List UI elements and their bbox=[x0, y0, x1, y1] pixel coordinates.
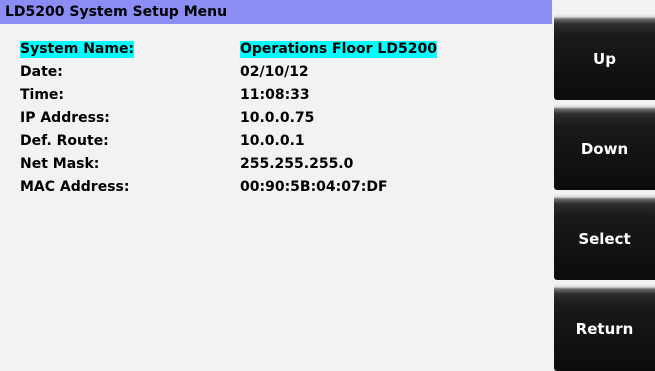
ip-address-label: IP Address: bbox=[20, 110, 110, 126]
setting-row-date[interactable]: Date: 02/10/12 bbox=[0, 61, 550, 84]
def-route-label: Def. Route: bbox=[20, 133, 109, 149]
mac-address-label: MAC Address: bbox=[20, 179, 130, 195]
title-bar: LD5200 System Setup Menu bbox=[0, 0, 552, 24]
down-button-label: Down bbox=[580, 140, 629, 158]
menu-title: LD5200 System Setup Menu bbox=[5, 4, 228, 20]
select-button[interactable]: Select bbox=[554, 194, 655, 280]
setting-row-ip-address[interactable]: IP Address: 10.0.0.75 bbox=[0, 107, 550, 130]
ip-address-value[interactable]: 10.0.0.75 bbox=[240, 110, 314, 127]
return-button[interactable]: Return bbox=[554, 284, 655, 371]
up-button-label: Up bbox=[593, 50, 616, 68]
time-label: Time: bbox=[20, 87, 65, 103]
setup-menu-screen: LD5200 System Setup Menu System Name: Op… bbox=[0, 0, 655, 371]
mac-address-value: 00:90:5B:04:07:DF bbox=[240, 179, 388, 195]
net-mask-label: Net Mask: bbox=[20, 156, 100, 172]
setting-row-net-mask[interactable]: Net Mask: 255.255.255.0 bbox=[0, 153, 550, 176]
setting-row-time[interactable]: Time: 11:08:33 bbox=[0, 84, 550, 107]
system-name-value[interactable]: Operations Floor LD5200 bbox=[240, 41, 437, 58]
setting-row-system-name[interactable]: System Name: Operations Floor LD5200 bbox=[0, 38, 550, 61]
net-mask-value[interactable]: 255.255.255.0 bbox=[240, 156, 353, 173]
return-button-label: Return bbox=[575, 320, 634, 338]
up-button[interactable]: Up bbox=[554, 14, 655, 100]
settings-list: System Name: Operations Floor LD5200 Dat… bbox=[0, 38, 550, 199]
setting-row-mac-address[interactable]: MAC Address: 00:90:5B:04:07:DF bbox=[0, 176, 550, 199]
date-label: Date: bbox=[20, 64, 63, 80]
setting-row-def-route[interactable]: Def. Route: 10.0.0.1 bbox=[0, 130, 550, 153]
system-name-label: System Name: bbox=[20, 41, 135, 58]
down-button[interactable]: Down bbox=[554, 104, 655, 190]
select-button-label: Select bbox=[578, 230, 631, 248]
date-value[interactable]: 02/10/12 bbox=[240, 64, 309, 81]
def-route-value[interactable]: 10.0.0.1 bbox=[240, 133, 305, 150]
softkey-column: Up Down Select Return bbox=[554, 14, 655, 371]
time-value[interactable]: 11:08:33 bbox=[240, 87, 310, 104]
